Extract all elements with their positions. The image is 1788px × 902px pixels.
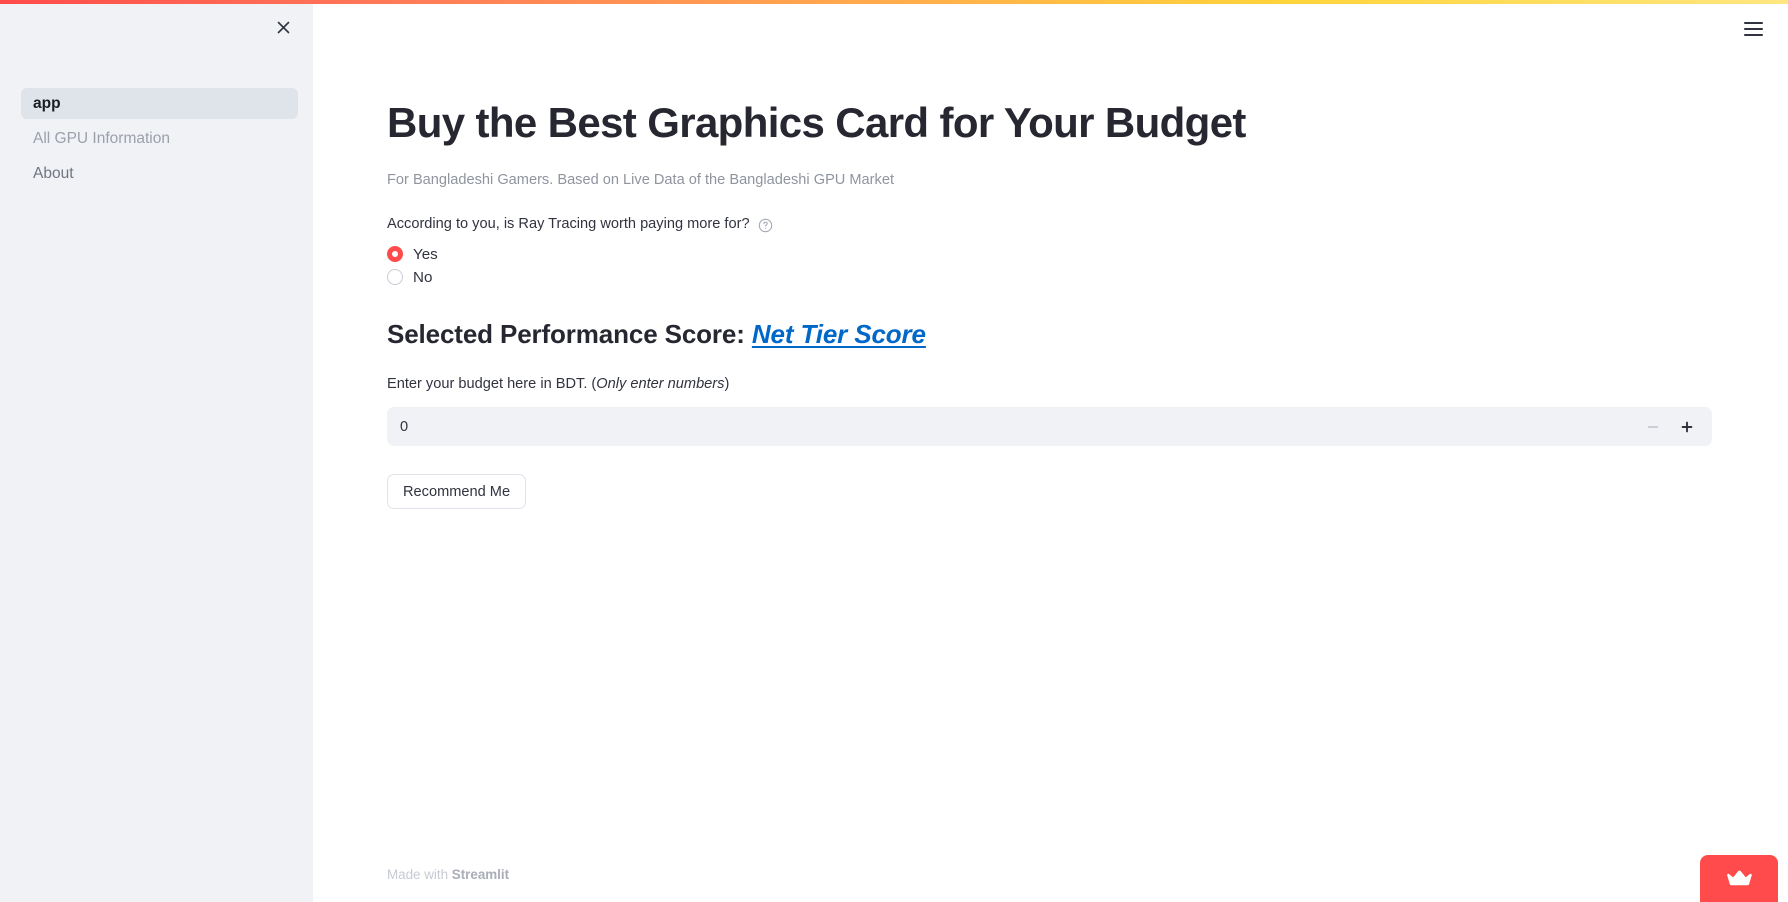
hamburger-bar — [1743, 28, 1763, 30]
app-root: app All GPU Information About Buy the Be… — [0, 0, 1788, 902]
manage-app-badge[interactable] — [1700, 855, 1778, 902]
radio-indicator-no — [387, 269, 403, 286]
radio-label-yes: Yes — [413, 245, 438, 263]
score-heading-prefix: Selected Performance Score: — [387, 319, 745, 350]
plus-icon[interactable] — [1678, 418, 1696, 436]
content-column: Buy the Best Graphics Card for Your Budg… — [387, 0, 1712, 510]
ray-tracing-radio-group: Yes No — [387, 245, 1712, 286]
budget-input-value[interactable]: 0 — [387, 419, 408, 435]
hamburger-menu-icon[interactable] — [1736, 12, 1770, 46]
budget-input-label: Enter your budget here in BDT. (Only ent… — [387, 376, 1712, 392]
radio-indicator-yes — [387, 246, 403, 263]
crown-icon — [1726, 869, 1752, 888]
page-subtitle: For Bangladeshi Gamers. Based on Live Da… — [387, 171, 894, 188]
sidebar-nav: app All GPU Information About — [21, 88, 298, 189]
minus-icon[interactable] — [1644, 418, 1662, 436]
main-content: Buy the Best Graphics Card for Your Budg… — [313, 0, 1788, 902]
footer: Made with Streamlit — [387, 867, 509, 882]
hamburger-bar — [1743, 22, 1763, 24]
budget-label-plain: Enter your budget here in BDT. ( — [387, 376, 597, 393]
ray-tracing-question-label: According to you, is Ray Tracing worth p… — [387, 216, 750, 233]
budget-number-input[interactable]: 0 — [387, 407, 1712, 447]
selected-performance-score-heading: Selected Performance Score: Net Tier Sco… — [387, 319, 1712, 350]
page-title: Buy the Best Graphics Card for Your Budg… — [387, 99, 1246, 146]
net-tier-score-link[interactable]: Net Tier Score — [752, 319, 926, 349]
sidebar-item-app[interactable]: app — [21, 88, 298, 119]
budget-stepper — [1644, 407, 1706, 446]
sidebar-item-all-gpu-information[interactable]: All GPU Information — [21, 123, 298, 154]
hamburger-bar — [1743, 34, 1763, 36]
budget-label-italic: Only enter numbers — [596, 376, 725, 393]
sidebar-close-button[interactable] — [267, 11, 299, 43]
top-accent-bar — [0, 0, 1788, 4]
budget-label-close: ) — [724, 376, 730, 393]
footer-made-with-text: Made with — [387, 867, 449, 882]
footer-streamlit-link[interactable]: Streamlit — [452, 867, 509, 882]
radio-label-no: No — [413, 268, 433, 286]
recommend-me-button[interactable]: Recommend Me — [387, 474, 527, 510]
radio-option-yes[interactable]: Yes — [387, 245, 1712, 263]
sidebar: app All GPU Information About — [0, 0, 313, 902]
radio-option-no[interactable]: No — [387, 268, 1712, 286]
sidebar-item-about[interactable]: About — [21, 158, 298, 189]
close-icon — [275, 19, 292, 36]
help-circle-icon[interactable] — [758, 218, 773, 233]
ray-tracing-question: According to you, is Ray Tracing worth p… — [387, 214, 1712, 236]
